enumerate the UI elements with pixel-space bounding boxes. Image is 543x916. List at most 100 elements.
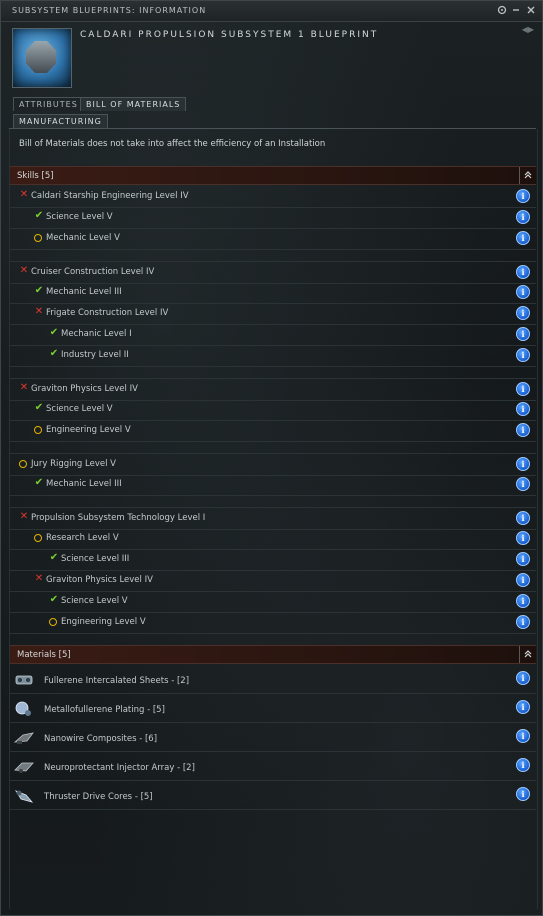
skill-label: Science Level V — [46, 404, 113, 414]
skill-row[interactable]: ✕ Graviton Physics Level IV i — [10, 570, 536, 592]
info-icon[interactable]: i — [516, 423, 530, 437]
skill-label: Mechanic Level III — [46, 479, 122, 489]
skill-row[interactable]: ✔ Industry Level II i — [10, 345, 536, 367]
material-label: Neuroprotectant Injector Array - [2] — [44, 763, 195, 773]
materials-section-header[interactable]: Materials [5] — [10, 645, 536, 664]
skill-row[interactable]: ✔ Mechanic Level I i — [10, 324, 536, 346]
info-icon[interactable]: i — [516, 594, 530, 608]
x-icon: ✕ — [19, 511, 29, 522]
skill-row[interactable]: ✕ Cruiser Construction Level IV i — [10, 261, 536, 284]
skill-row[interactable]: ✕ Propulsion Subsystem Technology Level I… — [10, 507, 536, 530]
info-icon[interactable]: i — [516, 402, 530, 416]
info-icon[interactable]: i — [516, 552, 530, 566]
skill-label: Research Level V — [46, 533, 119, 543]
tab-manufacturing[interactable]: MANUFACTURING — [13, 114, 108, 128]
circle-icon — [34, 534, 42, 542]
info-icon[interactable]: i — [516, 758, 530, 772]
info-icon[interactable]: i — [516, 306, 530, 320]
settings-icon[interactable] — [497, 5, 509, 17]
circle-icon — [19, 460, 27, 468]
material-row[interactable]: Nanowire Composites - [6] i — [10, 723, 536, 752]
skill-row[interactable]: Research Level V i — [10, 528, 536, 550]
skill-row[interactable]: ✕ Caldari Starship Engineering Level IV i — [10, 186, 536, 208]
info-icon[interactable]: i — [516, 285, 530, 299]
materials-header-label: Materials [5] — [17, 650, 71, 660]
info-icon[interactable]: i — [516, 382, 530, 396]
skill-row[interactable]: ✔ Science Level III i — [10, 549, 536, 571]
skill-label: Science Level III — [61, 554, 130, 564]
skill-row[interactable]: Jury Rigging Level V i — [10, 453, 536, 476]
skills-section-header[interactable]: Skills [5] — [10, 166, 536, 185]
info-icon[interactable]: i — [516, 265, 530, 279]
info-icon[interactable]: i — [516, 477, 530, 491]
circle-icon — [49, 618, 57, 626]
info-icon[interactable]: i — [516, 531, 530, 545]
skills-header-label: Skills [5] — [17, 171, 54, 181]
info-icon[interactable]: i — [516, 231, 530, 245]
skill-row[interactable]: ✔ Science Level V i — [10, 399, 536, 421]
skill-label: Caldari Starship Engineering Level IV — [31, 191, 189, 201]
info-icon[interactable]: i — [516, 348, 530, 362]
skill-label: Mechanic Level I — [61, 329, 132, 339]
bom-notice: Bill of Materials does not take into aff… — [19, 139, 326, 149]
tab-bill-of-materials[interactable]: BILL OF MATERIALS — [80, 97, 187, 111]
material-label: Nanowire Composites - [6] — [44, 734, 158, 744]
title-bar[interactable]: SUBSYSTEM BLUEPRINTS: INFORMATION — [1, 1, 542, 22]
blueprint-name: CALDARI PROPULSION SUBSYSTEM 1 BLUEPRINT — [80, 30, 379, 40]
thruster-drive-cores-icon — [13, 787, 35, 805]
check-icon: ✔ — [49, 552, 59, 563]
info-icon[interactable]: i — [516, 189, 530, 203]
tab-attributes[interactable]: ATTRIBUTES — [13, 97, 84, 111]
x-icon: ✕ — [34, 573, 44, 584]
material-row[interactable]: Fullerene Intercalated Sheets - [2] i — [10, 665, 536, 694]
skill-row[interactable]: ✔ Mechanic Level III i — [10, 474, 536, 496]
x-icon: ✕ — [19, 189, 29, 200]
info-icon[interactable]: i — [516, 615, 530, 629]
collapse-materials-button[interactable] — [519, 646, 536, 663]
circle-icon — [34, 234, 42, 242]
skill-label: Jury Rigging Level V — [31, 459, 116, 469]
x-icon: ✕ — [19, 382, 29, 393]
skill-label: Propulsion Subsystem Technology Level I — [31, 513, 206, 523]
info-window: SUBSYSTEM BLUEPRINTS: INFORMATION CALDAR… — [0, 0, 543, 916]
injector-array-icon — [13, 758, 35, 776]
skill-row[interactable]: ✔ Science Level V i — [10, 207, 536, 229]
info-icon[interactable]: i — [516, 787, 530, 801]
info-icon[interactable]: i — [516, 573, 530, 587]
blueprint-icon — [12, 28, 72, 88]
skill-label: Industry Level II — [61, 350, 129, 360]
check-icon: ✔ — [49, 327, 59, 338]
skill-row[interactable]: ✔ Science Level V i — [10, 591, 536, 613]
circle-icon — [34, 426, 42, 434]
skill-row[interactable]: ✔ Mechanic Level III i — [10, 282, 536, 304]
skill-row[interactable]: ✕ Frigate Construction Level IV i — [10, 303, 536, 325]
info-icon[interactable]: i — [516, 729, 530, 743]
skill-label: Mechanic Level V — [46, 233, 120, 243]
window-title: SUBSYSTEM BLUEPRINTS: INFORMATION — [12, 6, 207, 15]
info-icon[interactable]: i — [516, 457, 530, 471]
minimize-icon[interactable] — [511, 5, 523, 17]
fullerene-sheets-icon — [13, 671, 35, 689]
skill-label: Science Level V — [46, 212, 113, 222]
material-label: Fullerene Intercalated Sheets - [2] — [44, 676, 190, 686]
info-icon[interactable]: i — [516, 511, 530, 525]
nanowire-composites-icon — [13, 729, 35, 747]
skill-label: Cruiser Construction Level IV — [31, 267, 155, 277]
skill-row[interactable]: ✕ Graviton Physics Level IV i — [10, 378, 536, 401]
info-icon[interactable]: i — [516, 327, 530, 341]
close-icon[interactable] — [526, 5, 538, 17]
material-row[interactable]: Metallofullerene Plating - [5] i — [10, 694, 536, 723]
metallofullerene-plating-icon — [13, 700, 35, 718]
skill-row[interactable]: Mechanic Level V i — [10, 228, 536, 250]
material-row[interactable]: Thruster Drive Cores - [5] i — [10, 781, 536, 810]
info-icon[interactable]: i — [516, 210, 530, 224]
info-icon[interactable]: i — [516, 700, 530, 714]
skill-row[interactable]: Engineering Level V i — [10, 420, 536, 442]
collapse-skills-button[interactable] — [519, 167, 536, 184]
history-nav-arrows-icon[interactable]: ◀▶ — [522, 25, 534, 34]
skill-row[interactable]: Engineering Level V i — [10, 612, 536, 634]
material-row[interactable]: Neuroprotectant Injector Array - [2] i — [10, 752, 536, 781]
info-icon[interactable]: i — [516, 671, 530, 685]
check-icon: ✔ — [34, 210, 44, 221]
x-icon: ✕ — [19, 265, 29, 276]
